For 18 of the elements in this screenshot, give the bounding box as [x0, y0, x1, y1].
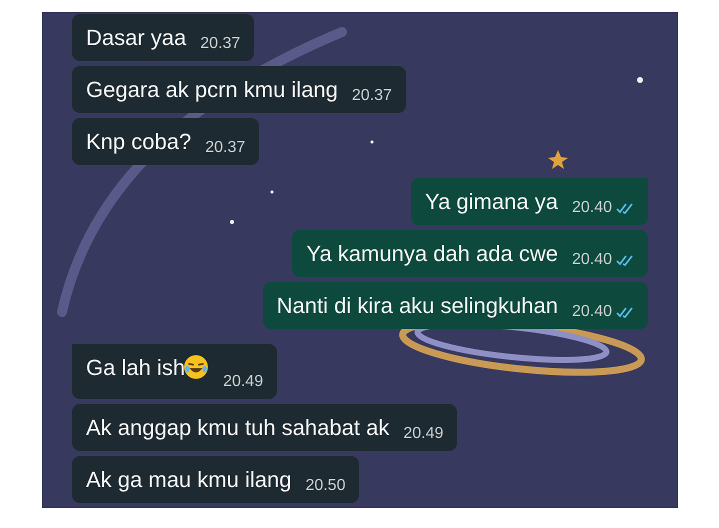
message-time: 20.37 — [200, 35, 240, 53]
message-time: 20.37 — [205, 139, 246, 157]
message-time: 20.40 — [572, 303, 612, 321]
message-time: 20.37 — [352, 87, 392, 105]
message-text: Ak ga mau kmu ilang — [86, 466, 292, 493]
message-time: 20.49 — [403, 425, 444, 443]
message-text: Ak anggap kmu tuh sahabat ak — [86, 414, 390, 441]
message-text: Knp coba? — [86, 128, 192, 155]
message-time: 20.50 — [305, 477, 346, 495]
message-text: Dasar yaa — [86, 24, 186, 51]
message-text: Ya gimana ya — [425, 188, 558, 215]
message-time: 20.40 — [572, 251, 612, 269]
message-text: Gegara ak pcrn kmu ilang — [86, 76, 338, 103]
message-time: 20.49 — [223, 373, 264, 391]
message-time: 20.40 — [572, 199, 612, 217]
message-text: Nanti di kira aku selingkuhan — [276, 292, 558, 319]
message-text: Ya kamunya dah ada cwe — [306, 240, 558, 267]
message-text: Ga lah ish — [86, 354, 186, 381]
